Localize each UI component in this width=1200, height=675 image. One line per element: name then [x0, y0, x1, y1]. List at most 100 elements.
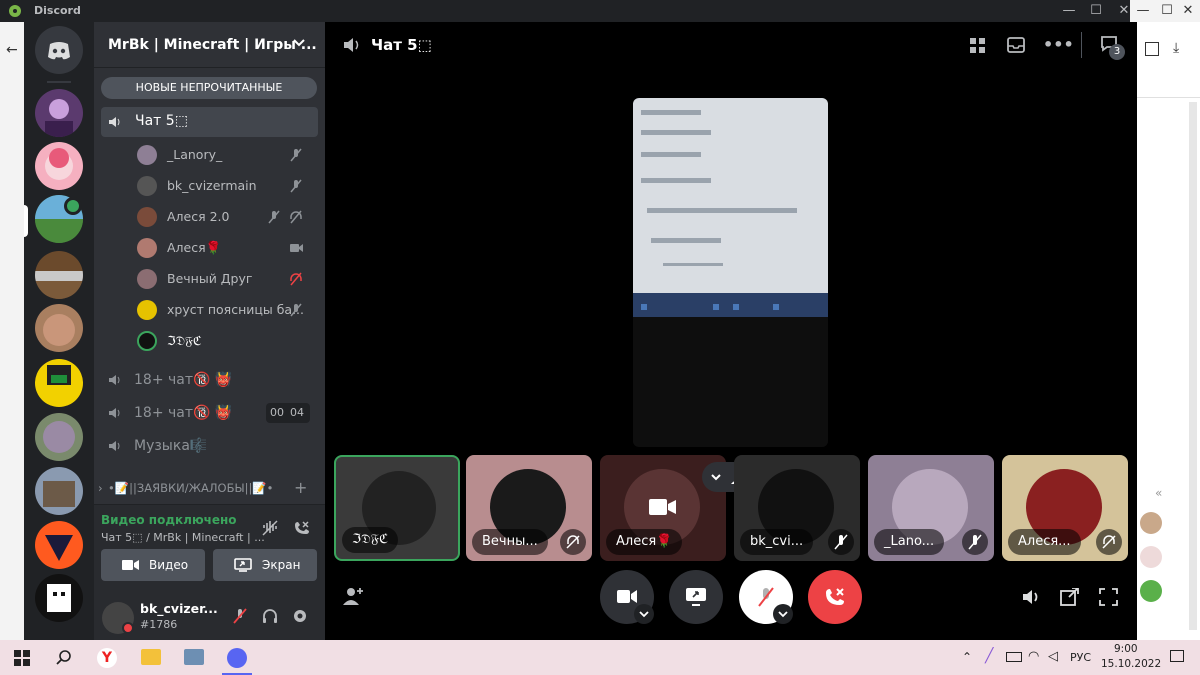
discord-taskbar-icon[interactable]	[227, 648, 247, 668]
voice-channel[interactable]: Музыка🎼	[101, 432, 318, 460]
battery-icon[interactable]	[1006, 652, 1022, 662]
voice-member[interactable]: ℑ𝔇𝔉ℭ	[134, 328, 314, 354]
voice-channel[interactable]: 18+ чат🔞 👹 00 04	[101, 399, 318, 427]
camera-options-chevron-icon[interactable]	[634, 604, 654, 624]
avatar	[137, 145, 157, 165]
back-arrow-icon[interactable]: ←	[6, 42, 18, 58]
yandex-browser-icon[interactable]: Y	[97, 648, 117, 668]
screen-share-icon	[234, 558, 252, 572]
chevron-right-icon: ›	[98, 481, 103, 495]
server-icon[interactable]	[35, 413, 83, 461]
participant-tile[interactable]: ℑ𝔇𝔉ℭ	[334, 455, 460, 561]
deafened-icon	[288, 209, 304, 225]
volume-icon[interactable]: ◁	[1048, 649, 1058, 664]
file-explorer-icon[interactable]	[141, 649, 161, 665]
windows-taskbar: Y ⌃ ╱ ◠ ◁ РУС 9:00 15.10.2022	[0, 640, 1200, 675]
voice-member[interactable]: Алеся🌹	[134, 235, 314, 261]
language-indicator[interactable]: РУС	[1070, 651, 1091, 664]
connection-channel[interactable]: Чат 5⬚ / MrBk | Minecraft | ...	[101, 531, 265, 544]
voice-member[interactable]: Вечный Друг	[134, 266, 314, 292]
voice-channel[interactable]: 18+ чат🔞 👹	[101, 366, 318, 394]
disconnect-button[interactable]	[808, 570, 862, 624]
server-icon[interactable]	[35, 574, 83, 622]
inbox-icon[interactable]	[1007, 36, 1025, 54]
gear-icon[interactable]	[291, 607, 309, 625]
camera-icon	[122, 559, 140, 571]
noise-suppression-icon[interactable]	[261, 519, 279, 537]
stage-channel-title: Чат 5⬚	[371, 36, 432, 54]
stream-frame	[633, 98, 828, 447]
screen-share-button[interactable]: Экран	[213, 549, 317, 581]
clock-time[interactable]: 9:00	[1114, 643, 1138, 655]
speaker-icon	[108, 373, 122, 387]
photos-app-icon[interactable]	[184, 649, 204, 665]
member-name: Вечный Друг	[167, 271, 253, 286]
screen-share-toggle-button[interactable]	[669, 570, 723, 624]
server-header[interactable]: MrBk | Minecraft | Игры ...	[94, 22, 325, 68]
add-channel-icon[interactable]: +	[294, 478, 307, 498]
server-icon[interactable]	[35, 467, 83, 515]
server-icon[interactable]	[35, 359, 83, 407]
screen-share-icon	[685, 587, 707, 607]
avatar	[137, 331, 157, 351]
home-button[interactable]	[35, 26, 83, 74]
main-video-stream[interactable]	[633, 98, 828, 447]
participant-tile[interactable]: Вечны...	[466, 455, 592, 561]
server-icon[interactable]	[35, 142, 83, 190]
mute-toggle-button[interactable]	[739, 570, 793, 624]
browser-close-button[interactable]: ✕	[1176, 0, 1200, 22]
avatar	[137, 238, 157, 258]
browser-minimize-button[interactable]: —	[1130, 0, 1156, 22]
window-titlebar: Discord — ☐ ✕ — ☐ ✕	[0, 0, 1200, 22]
voice-channel-active[interactable]: Чат 5⬚	[101, 107, 318, 137]
mic-muted-icon	[288, 302, 304, 318]
audio-options-chevron-icon[interactable]	[773, 604, 793, 624]
maximize-button[interactable]: ☐	[1083, 0, 1109, 22]
scrollbar[interactable]	[1189, 102, 1197, 630]
disconnect-icon[interactable]	[292, 519, 310, 537]
search-icon[interactable]	[56, 649, 72, 665]
channel-sidebar: MrBk | Minecraft | Игры ... НОВЫЕ НЕПРОЧ…	[94, 22, 325, 640]
deafened-icon	[288, 271, 304, 287]
collapse-sidebar-icon[interactable]: «	[1155, 486, 1162, 500]
new-unreads-pill[interactable]: НОВЫЕ НЕПРОЧИТАННЫЕ	[101, 77, 317, 99]
volume-icon[interactable]	[1022, 588, 1042, 606]
camera-toggle-button[interactable]	[600, 570, 654, 624]
clock-date[interactable]: 15.10.2022	[1101, 658, 1161, 670]
sidebar-toggle-icon[interactable]	[1145, 42, 1159, 56]
participant-tile[interactable]: _Lano...	[868, 455, 994, 561]
server-icon[interactable]	[35, 251, 83, 299]
voice-member[interactable]: bk_cvizermain	[134, 173, 314, 199]
windows-start-icon[interactable]	[14, 650, 30, 666]
participant-tile[interactable]: bk_cvi...	[734, 455, 860, 561]
invite-user-icon[interactable]	[342, 586, 364, 606]
grid-layout-icon[interactable]	[969, 37, 986, 54]
participant-name: bk_cvi...	[740, 529, 814, 555]
participant-tile[interactable]: Алеся...	[1002, 455, 1128, 561]
voice-member[interactable]: хруст поясницы ба...	[134, 297, 314, 323]
chevron-up-icon[interactable]: ⌃	[962, 650, 972, 664]
server-list	[24, 22, 94, 640]
video-button[interactable]: Видео	[101, 549, 205, 581]
server-icon[interactable]	[35, 89, 83, 137]
fullscreen-icon[interactable]	[1099, 588, 1118, 606]
username[interactable]: bk_cvizer...	[140, 601, 218, 616]
headphones-icon[interactable]	[261, 607, 279, 625]
minimize-button[interactable]: —	[1056, 0, 1082, 22]
pen-icon[interactable]: ╱	[985, 648, 993, 664]
server-icon[interactable]	[35, 521, 83, 569]
voice-member[interactable]: _Lanory_	[134, 142, 314, 168]
connection-status: Видео подключено	[101, 513, 237, 527]
wifi-icon[interactable]: ◠	[1028, 649, 1039, 664]
participant-name: Вечны...	[472, 529, 548, 555]
mic-muted-icon[interactable]	[231, 607, 249, 625]
voice-member[interactable]: Алеся 2.0	[134, 204, 314, 230]
member-name: хруст поясницы ба...	[167, 302, 305, 317]
pop-out-icon[interactable]	[1060, 588, 1080, 606]
notifications-icon[interactable]	[1170, 650, 1184, 662]
server-icon[interactable]	[35, 304, 83, 352]
chevron-down-icon[interactable]	[292, 36, 306, 50]
more-options-icon[interactable]: •••	[1043, 35, 1074, 54]
download-icon[interactable]: ⤓	[1173, 40, 1179, 56]
category-header[interactable]: › •📝||ЗАЯВКИ/ЖАЛОБЫ||📝• +	[98, 478, 318, 498]
